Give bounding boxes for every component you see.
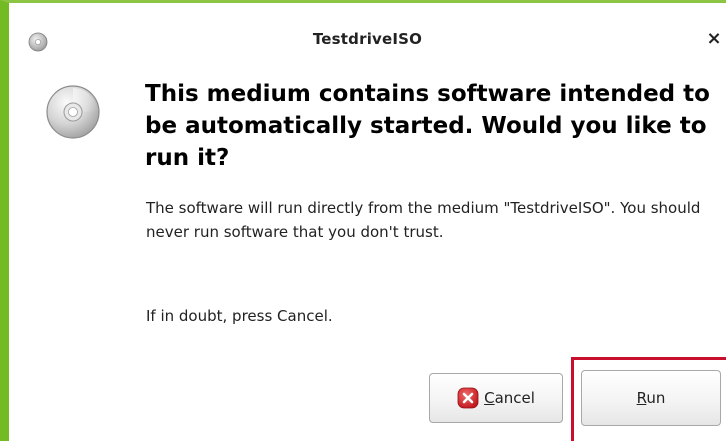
run-button-label: Run <box>637 389 666 407</box>
cancel-button-label: Cancel <box>484 389 535 407</box>
run-mnemonic: R <box>636 389 647 407</box>
dialog-headline: This medium contains software intended t… <box>145 81 710 171</box>
title-bar[interactable]: TestdriveISO × <box>9 3 726 73</box>
optical-disc-icon <box>46 85 100 139</box>
close-button[interactable]: × <box>703 27 725 51</box>
dialog-hint-text: If in doubt, press Cancel. <box>146 307 333 325</box>
run-label-rest: un <box>646 389 666 407</box>
window-title: TestdriveISO <box>312 30 423 48</box>
cancel-button[interactable]: Cancel <box>429 373 563 423</box>
run-button[interactable]: Run <box>581 370 721 426</box>
cancel-label-rest: ancel <box>494 389 535 407</box>
dialog-body-text: The software will run directly from the … <box>146 199 701 241</box>
cancel-x-icon <box>457 387 479 409</box>
dialog-window: TestdriveISO × This medium contains soft… <box>0 0 726 441</box>
cancel-mnemonic: C <box>484 389 495 407</box>
